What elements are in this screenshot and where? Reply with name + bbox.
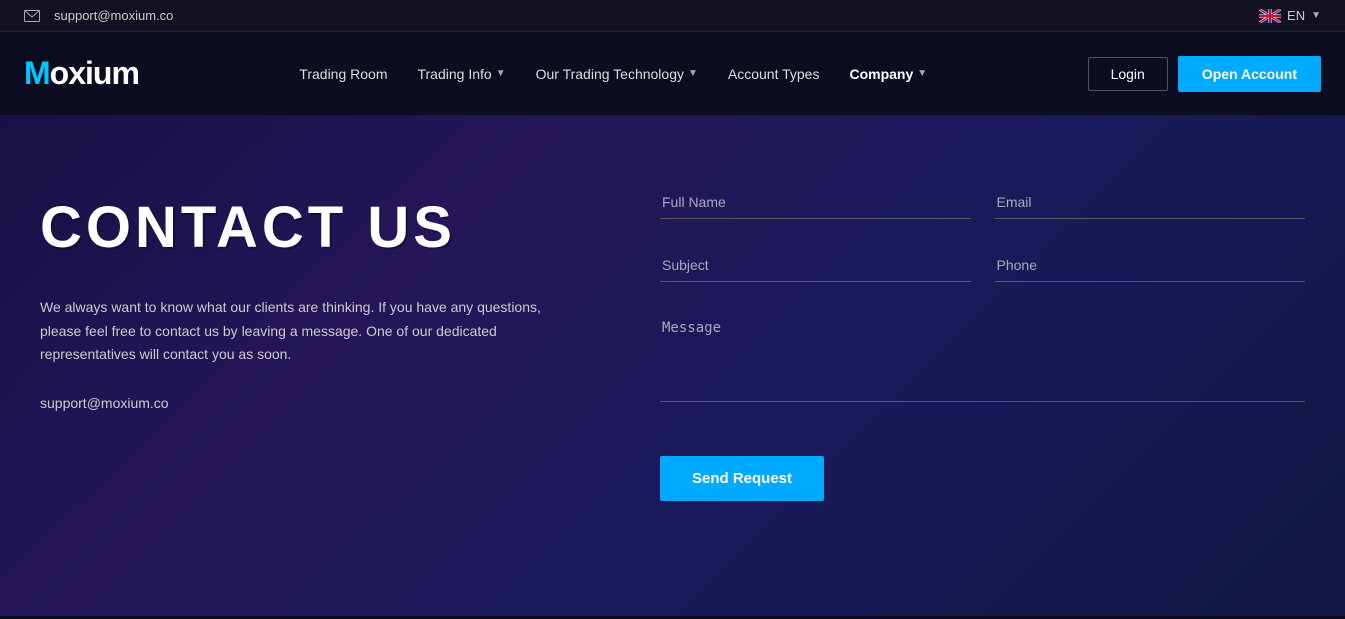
phone-input[interactable] — [995, 249, 1306, 282]
email-text: support@moxium.co — [54, 8, 173, 23]
flag-icon — [1259, 9, 1281, 23]
language-selector[interactable]: EN ▼ — [1259, 8, 1321, 23]
top-bar-email: support@moxium.co — [24, 8, 173, 23]
contact-email-display: support@moxium.co — [40, 395, 620, 411]
email-input[interactable] — [995, 186, 1306, 219]
subject-field — [660, 249, 971, 282]
email-field — [995, 186, 1306, 219]
contact-title: CONTACT US — [40, 196, 620, 260]
nav-trading-info-chevron: ▼ — [496, 68, 506, 79]
nav-company-label: Company — [849, 66, 913, 82]
nav-company[interactable]: Company ▼ — [837, 58, 939, 90]
nav-account-types-label: Account Types — [728, 66, 820, 82]
nav-account-types[interactable]: Account Types — [716, 58, 832, 90]
logo[interactable]: Moxium — [24, 55, 139, 92]
contact-form: Send Request — [660, 176, 1305, 576]
top-bar: support@moxium.co EN ▼ — [0, 0, 1345, 32]
logo-rest: oxium — [50, 55, 139, 91]
nav-trading-technology-label: Our Trading Technology — [536, 66, 684, 82]
nav-company-chevron: ▼ — [917, 68, 927, 79]
login-button[interactable]: Login — [1088, 57, 1168, 91]
language-label: EN — [1287, 8, 1305, 23]
language-chevron-icon: ▼ — [1311, 10, 1321, 21]
nav-trading-room-label: Trading Room — [299, 66, 387, 82]
contact-section: CONTACT US We always want to know what o… — [0, 116, 1345, 616]
nav-buttons: Login Open Account — [1088, 56, 1321, 92]
send-request-button[interactable]: Send Request — [660, 456, 824, 501]
full-name-input[interactable] — [660, 186, 971, 219]
contact-left: CONTACT US We always want to know what o… — [40, 176, 620, 576]
phone-field — [995, 249, 1306, 282]
navbar: Moxium Trading Room Trading Info ▼ Our T… — [0, 32, 1345, 116]
nav-trading-technology-chevron: ▼ — [688, 68, 698, 79]
form-row-2 — [660, 249, 1305, 282]
email-icon — [24, 10, 40, 22]
message-textarea[interactable] — [660, 312, 1305, 402]
subject-input[interactable] — [660, 249, 971, 282]
nav-trading-technology[interactable]: Our Trading Technology ▼ — [524, 58, 710, 90]
nav-trading-info[interactable]: Trading Info ▼ — [405, 58, 517, 90]
form-row-1 — [660, 186, 1305, 219]
form-row-3 — [660, 312, 1305, 402]
logo-m: M — [24, 55, 50, 91]
contact-description: We always want to know what our clients … — [40, 296, 560, 367]
hero-content: CONTACT US We always want to know what o… — [0, 116, 1345, 616]
open-account-button[interactable]: Open Account — [1178, 56, 1321, 92]
nav-trading-info-label: Trading Info — [417, 66, 491, 82]
full-name-field — [660, 186, 971, 219]
nav-trading-room[interactable]: Trading Room — [287, 58, 399, 90]
message-field — [660, 312, 1305, 402]
nav-links: Trading Room Trading Info ▼ Our Trading … — [287, 58, 939, 90]
